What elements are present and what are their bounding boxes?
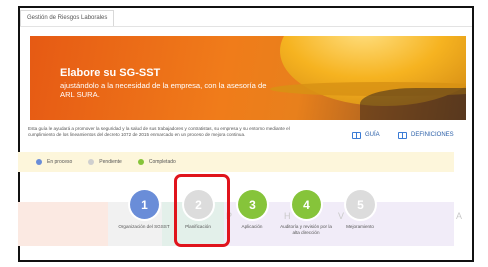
status-dot-icon bbox=[36, 159, 42, 165]
step-2-highlight bbox=[174, 174, 230, 247]
legend-item-pendiente: Pendiente bbox=[88, 159, 122, 165]
tab-gestion-riesgos[interactable]: Gestión de Riesgos Laborales bbox=[20, 10, 115, 26]
step-5-button[interactable]: 5 bbox=[346, 190, 375, 219]
legend-label: Pendiente bbox=[99, 159, 122, 165]
phase-letter-a: A bbox=[456, 211, 463, 221]
status-legend: En proceso Pendiente Completado bbox=[18, 152, 454, 172]
tab-divider bbox=[20, 26, 472, 27]
step-5-label: Mejoramiento bbox=[346, 224, 374, 229]
banner-shadow bbox=[360, 88, 466, 120]
step-1-label: Organización del SGSST bbox=[118, 224, 170, 229]
status-dot-icon bbox=[88, 159, 95, 165]
legend-label: Completado bbox=[148, 159, 176, 165]
guia-label: GUÍA bbox=[365, 132, 380, 138]
legend-label: En proceso bbox=[47, 159, 73, 165]
hero-banner: Elabore su SG-SST ajustándolo a la neces… bbox=[30, 36, 466, 120]
step-1-button[interactable]: 1 bbox=[130, 190, 159, 219]
step-4-label: Auditoría y revisión por la alta direcci… bbox=[280, 224, 332, 235]
definiciones-button[interactable]: DEFINICIONES bbox=[398, 128, 454, 142]
phase-letter-h: H bbox=[284, 211, 291, 221]
status-dot-icon bbox=[137, 159, 144, 165]
intro-text: Esta guía le ayudará a promover la segur… bbox=[28, 126, 290, 137]
definiciones-label: DEFINICIONES bbox=[411, 132, 454, 138]
step-3-label: Aplicación bbox=[241, 224, 263, 229]
book-icon bbox=[398, 131, 407, 139]
step-3-button[interactable]: 3 bbox=[238, 190, 267, 219]
legend-item-en-proceso: En proceso bbox=[36, 159, 72, 165]
step-4-button[interactable]: 4 bbox=[292, 190, 321, 219]
banner-title: Elabore su SG-SST bbox=[60, 67, 161, 79]
guia-button[interactable]: GUÍA bbox=[352, 128, 380, 142]
book-icon bbox=[352, 131, 361, 139]
phase-p-band bbox=[18, 202, 108, 246]
phase-letter-v: V bbox=[338, 211, 345, 221]
legend-item-completado: Completado bbox=[137, 159, 176, 165]
banner-subtitle: ajustándolo a la necesidad de la empresa… bbox=[60, 81, 267, 99]
